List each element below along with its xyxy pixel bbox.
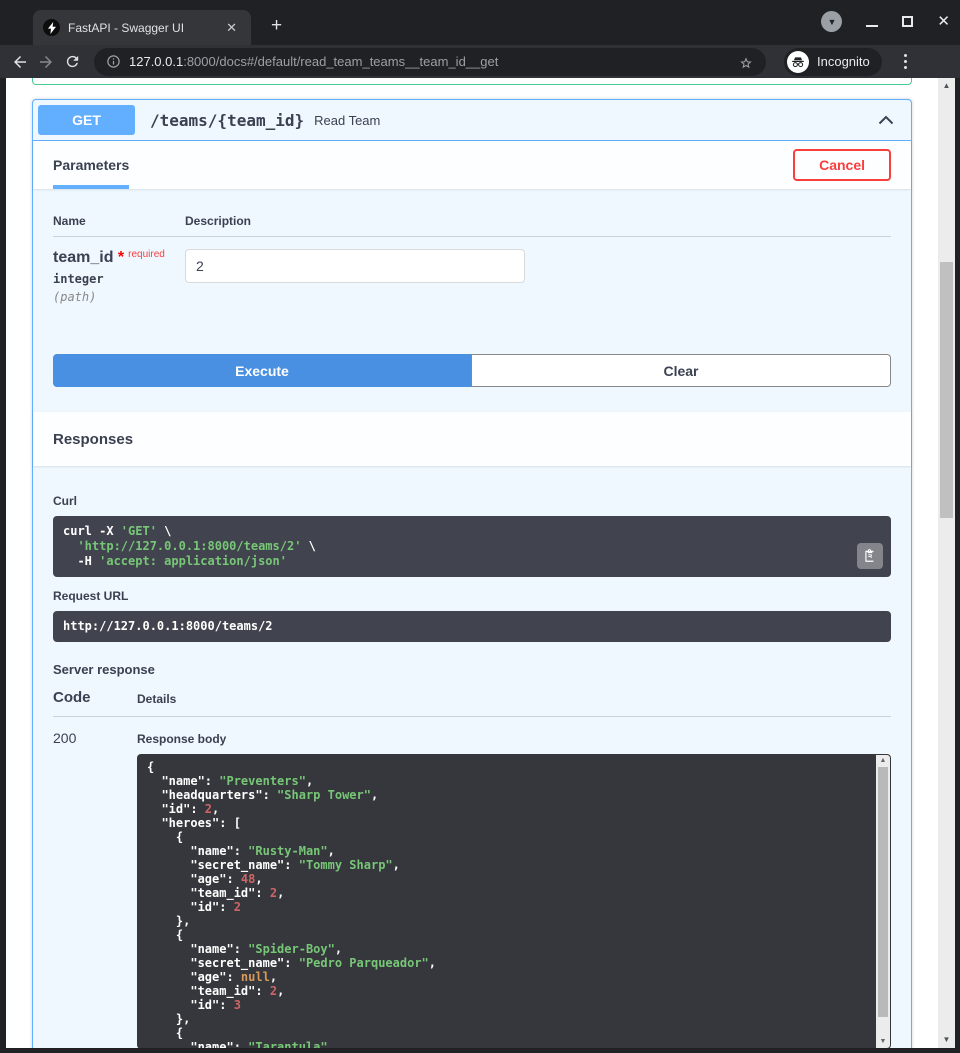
page-scroll-up-icon[interactable]: ▲ bbox=[938, 80, 955, 92]
response-body-scrollbar[interactable]: ▲ ▼ bbox=[876, 755, 890, 1048]
parameter-description-cell bbox=[185, 249, 525, 304]
maximize-button[interactable] bbox=[902, 16, 913, 27]
parameter-location: (path) bbox=[53, 290, 185, 304]
url-bar[interactable]: 127.0.0.1:8000/docs#/default/read_team_t… bbox=[94, 48, 766, 76]
description-column-header: Description bbox=[185, 214, 251, 228]
url-host: 127.0.0.1 bbox=[129, 54, 183, 69]
browser-tab[interactable]: FastAPI - Swagger UI ✕ bbox=[33, 10, 251, 45]
reload-icon[interactable] bbox=[62, 52, 82, 72]
opblock-summary[interactable]: GET /teams/{team_id} Read Team bbox=[33, 100, 911, 141]
execute-button[interactable]: Execute bbox=[53, 354, 471, 387]
parameter-row-team-id: team_id *required integer (path) bbox=[53, 237, 891, 304]
parameter-name: team_id *required bbox=[53, 249, 185, 267]
incognito-icon bbox=[787, 51, 809, 73]
responses-section-header: Responses bbox=[33, 412, 911, 466]
opblock-get-teams-team-id: GET /teams/{team_id} Read Team Parameter… bbox=[32, 99, 912, 1048]
tab-title: FastAPI - Swagger UI bbox=[68, 21, 214, 35]
team-id-input[interactable] bbox=[185, 249, 525, 283]
server-response-label: Server response bbox=[53, 662, 891, 677]
incognito-badge: Incognito bbox=[784, 48, 882, 76]
status-code: 200 bbox=[53, 730, 137, 1048]
server-response-row: 200 Response body { "name": "Preventers"… bbox=[53, 717, 891, 1048]
previous-opblock-bottom bbox=[32, 78, 912, 85]
response-body-label: Response body bbox=[137, 732, 891, 746]
request-url-value: http://127.0.0.1:8000/teams/2 bbox=[53, 611, 891, 642]
clear-button[interactable]: Clear bbox=[471, 354, 891, 387]
opblock-summary-description: Read Team bbox=[314, 113, 380, 128]
method-badge: GET bbox=[38, 105, 135, 135]
swagger-content: GET /teams/{team_id} Read Team Parameter… bbox=[6, 78, 938, 1048]
scroll-down-icon[interactable]: ▼ bbox=[876, 1036, 890, 1048]
responses-content: Curl curl -X 'GET' \ 'http://127.0.0.1:8… bbox=[33, 466, 911, 1048]
scroll-up-icon[interactable]: ▲ bbox=[876, 755, 890, 767]
copy-to-clipboard-button[interactable] bbox=[857, 543, 883, 569]
execute-button-group: Execute Clear bbox=[33, 334, 911, 412]
close-tab-icon[interactable]: ✕ bbox=[222, 19, 241, 36]
new-tab-button[interactable]: + bbox=[265, 13, 288, 39]
url-text[interactable]: 127.0.0.1:8000/docs#/default/read_team_t… bbox=[129, 54, 730, 69]
forward-icon[interactable] bbox=[36, 52, 56, 72]
incognito-label: Incognito bbox=[817, 54, 870, 69]
curl-label: Curl bbox=[53, 494, 891, 508]
response-scrollbar-thumb[interactable] bbox=[878, 767, 888, 1017]
page-scroll-down-icon[interactable]: ▼ bbox=[938, 1034, 955, 1046]
parameter-name-cell: team_id *required integer (path) bbox=[53, 249, 185, 304]
server-response-table-headers: Code Details bbox=[53, 689, 891, 717]
response-body[interactable]: { "name": "Preventers", "headquarters": … bbox=[137, 754, 891, 1048]
fastapi-favicon-icon bbox=[43, 19, 60, 36]
parameters-table-headers: Name Description bbox=[53, 214, 891, 237]
responses-title: Responses bbox=[53, 431, 133, 448]
details-column-header: Details bbox=[137, 692, 176, 706]
url-path: :8000/docs#/default/read_team_teams__tea… bbox=[183, 54, 498, 69]
parameters-table: Name Description team_id *required integ… bbox=[33, 189, 911, 334]
back-icon[interactable] bbox=[10, 52, 30, 72]
parameter-type: integer bbox=[53, 272, 185, 286]
bookmark-star-icon[interactable] bbox=[738, 54, 754, 70]
page: GET /teams/{team_id} Read Team Parameter… bbox=[6, 78, 955, 1048]
curl-command[interactable]: curl -X 'GET' \ 'http://127.0.0.1:8000/t… bbox=[53, 516, 891, 577]
tab-strip: FastAPI - Swagger UI ✕ + ▼ ✕ bbox=[0, 0, 960, 45]
required-asterisk: * bbox=[118, 249, 124, 266]
page-scrollbar[interactable]: ▲ ▼ bbox=[938, 78, 955, 1048]
name-column-header: Name bbox=[53, 214, 185, 228]
close-window-button[interactable]: ✕ bbox=[937, 14, 950, 29]
cancel-button[interactable]: Cancel bbox=[793, 149, 891, 181]
browser-update-icon[interactable]: ▼ bbox=[821, 11, 842, 32]
minimize-button[interactable] bbox=[866, 25, 878, 27]
request-url-label: Request URL bbox=[53, 589, 891, 603]
browser-menu-icon[interactable] bbox=[898, 54, 913, 69]
collapse-chevron-up-icon[interactable] bbox=[878, 115, 894, 125]
code-column-header: Code bbox=[53, 689, 137, 706]
opblock-path: /teams/{team_id} bbox=[150, 111, 304, 130]
site-info-icon[interactable] bbox=[106, 54, 121, 69]
browser-toolbar: 127.0.0.1:8000/docs#/default/read_team_t… bbox=[0, 45, 960, 78]
tab-parameters[interactable]: Parameters bbox=[53, 142, 129, 189]
required-label: required bbox=[128, 249, 165, 260]
page-scrollbar-thumb[interactable] bbox=[940, 262, 953, 518]
parameters-section-header: Parameters Cancel bbox=[33, 141, 911, 189]
